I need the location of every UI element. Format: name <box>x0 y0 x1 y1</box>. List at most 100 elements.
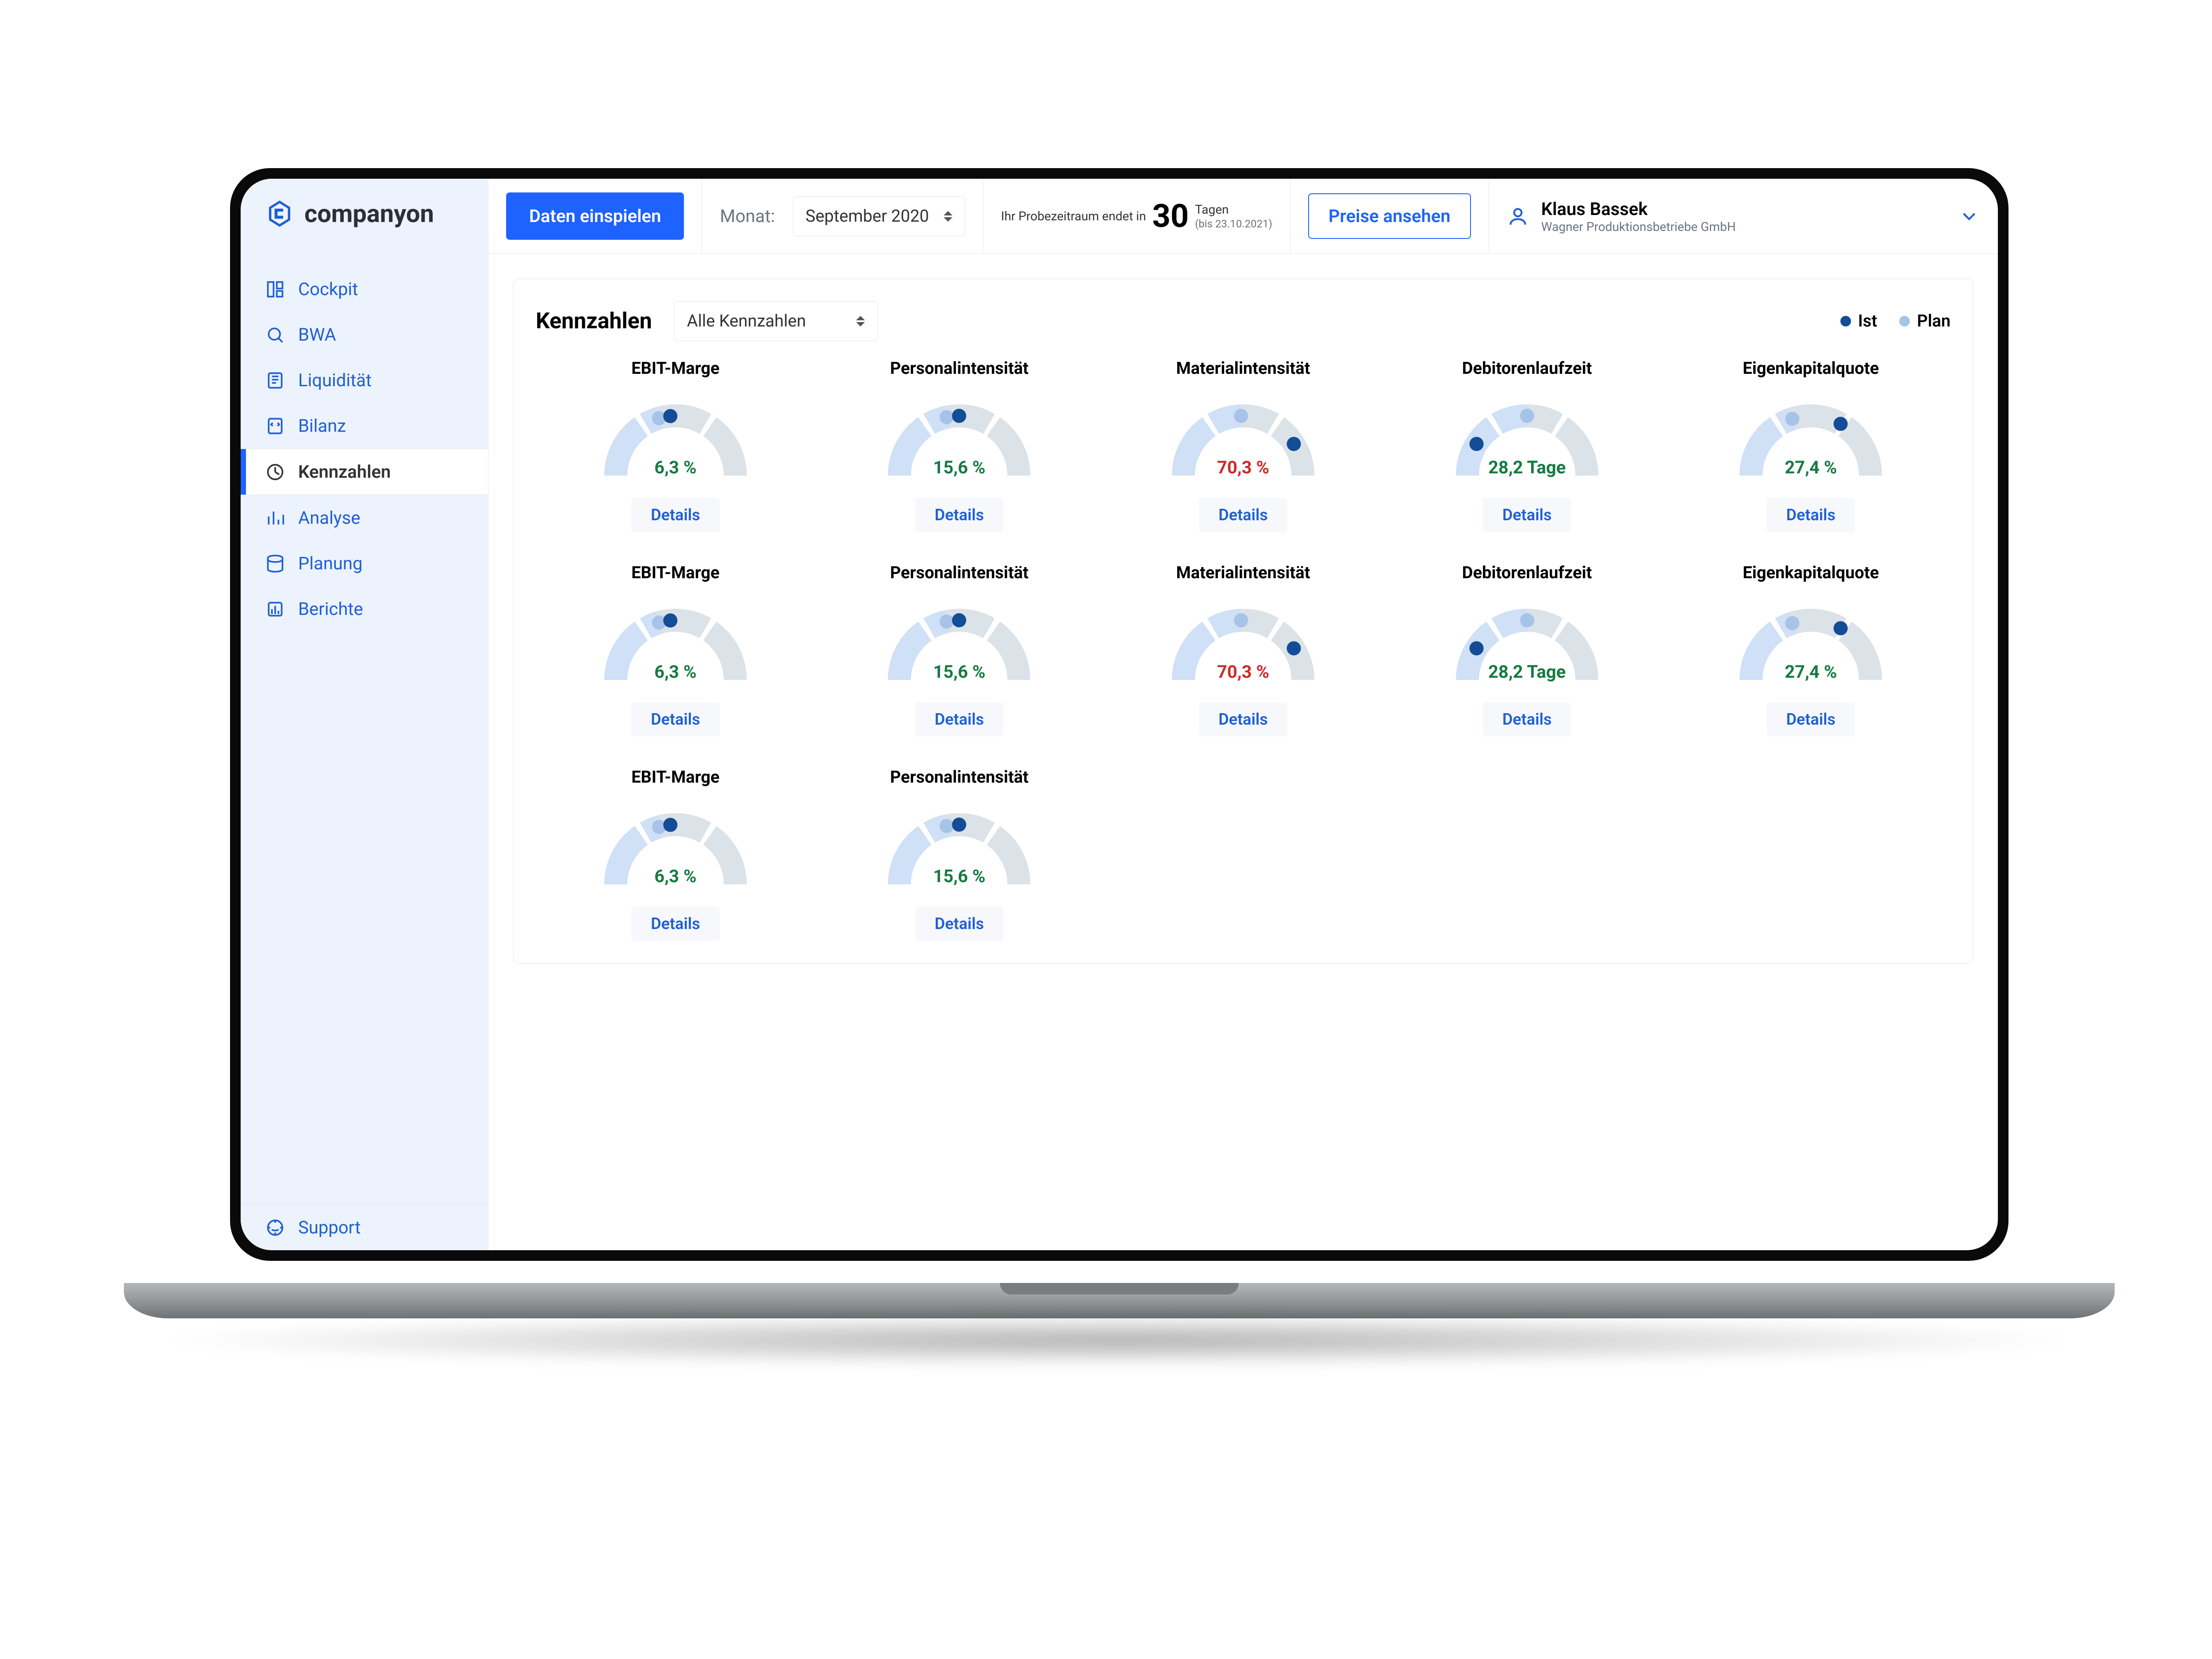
sidebar-item-label: Analyse <box>298 507 360 528</box>
sidebar-item-berichte[interactable]: Berichte <box>241 586 488 632</box>
ist-marker-icon <box>1286 641 1301 655</box>
sidebar-item-label: Bilanz <box>298 415 346 436</box>
kpi-title: EBIT-Marge <box>631 563 719 583</box>
kpi-details-button[interactable]: Details <box>1483 702 1571 737</box>
kpi-gauge: 15,6 % <box>862 796 1056 898</box>
plan-marker-icon <box>1785 412 1799 426</box>
kpi-gauge: 27,4 % <box>1713 387 1908 489</box>
kpi-gauge: 27,4 % <box>1713 591 1908 693</box>
kpi-filter-value: Alle Kennzahlen <box>687 311 806 331</box>
kpi-title: Personalintensität <box>890 563 1029 583</box>
trial-until: (bis 23.10.2021) <box>1195 217 1272 230</box>
kpi-details-button[interactable]: Details <box>915 702 1003 737</box>
sidebar-item-label: Cockpit <box>298 279 358 300</box>
panel-title: Kennzahlen <box>536 308 652 334</box>
kpi-card: EBIT-Marge 6,3 % Details <box>536 359 815 532</box>
kpi-details-button[interactable]: Details <box>915 906 1003 941</box>
ist-marker-icon <box>1834 417 1848 431</box>
kpi-details-button[interactable]: Details <box>1483 498 1571 532</box>
kpi-details-button[interactable]: Details <box>915 498 1003 532</box>
sidebar-item-kennzahlen[interactable]: Kennzahlen <box>241 449 488 495</box>
kpi-filter-select[interactable]: Alle Kennzahlen <box>674 301 878 341</box>
pricing-button[interactable]: Preise ansehen <box>1308 193 1471 239</box>
kpi-gauge: 28,2 Tage <box>1430 387 1624 489</box>
sidebar-item-planung[interactable]: Planung <box>241 541 488 586</box>
trial-days: 30 <box>1152 197 1189 235</box>
kpi-value: 70,3 % <box>1146 661 1340 682</box>
user-menu[interactable]: Klaus Bassek Wagner Produktionsbetriebe … <box>1489 179 1998 253</box>
ist-marker-icon <box>1469 641 1483 655</box>
trial-days-label: Tagen <box>1195 202 1272 217</box>
plan-marker-icon <box>940 410 954 424</box>
kpi-details-button[interactable]: Details <box>631 702 719 737</box>
import-button[interactable]: Daten einspielen <box>506 192 684 240</box>
kpi-gauge: 6,3 % <box>578 387 773 489</box>
kpi-value: 70,3 % <box>1146 457 1340 478</box>
trial-info: Ihr Probezeitraum endet in 30 Tagen (bis… <box>983 179 1290 253</box>
chevron-updown-icon <box>856 316 865 326</box>
ist-marker-icon <box>952 613 966 627</box>
sidebar-item-analyse[interactable]: Analyse <box>241 495 488 541</box>
kpi-card: Eigenkapitalquote 27,4 % Details <box>1671 359 1951 532</box>
kpi-value: 15,6 % <box>862 457 1056 478</box>
kpi-card: EBIT-Marge6,3 %Details <box>536 768 815 941</box>
kpi-card: Personalintensität 15,6 % Details <box>820 563 1099 737</box>
ist-marker-icon <box>663 818 677 832</box>
ist-marker-icon <box>1469 437 1483 451</box>
sidebar-item-label: Kennzahlen <box>298 461 391 482</box>
legend-plan-label: Plan <box>1917 311 1951 331</box>
kpi-value: 15,6 % <box>862 661 1056 682</box>
app-name: companyon <box>304 199 434 228</box>
kpi-details-button[interactable]: Details <box>631 498 719 532</box>
ist-marker-icon <box>663 614 677 628</box>
ist-marker-icon <box>952 818 966 832</box>
user-org: Wagner Produktionsbetriebe GmbH <box>1541 219 1736 234</box>
month-label: Monat: <box>720 206 775 227</box>
plan-marker-icon <box>940 614 954 629</box>
kpi-gauge: 28,2 Tage <box>1430 591 1624 693</box>
kpi-gauge: 70,3 % <box>1146 387 1340 489</box>
kpi-title: Personalintensität <box>890 359 1029 378</box>
ist-marker-icon <box>1286 437 1301 451</box>
sidebar-item-liquiditaet[interactable]: Liquidität <box>241 357 488 403</box>
planung-icon <box>265 554 285 573</box>
user-icon <box>1507 205 1529 227</box>
sidebar-item-bilanz[interactable]: Bilanz <box>241 403 488 449</box>
kpi-card: Eigenkapitalquote 27,4 % Details <box>1671 563 1951 737</box>
kpi-panel: Kennzahlen Alle Kennzahlen Ist Plan <box>513 279 1973 964</box>
sidebar-item-label: Berichte <box>298 599 363 619</box>
topbar: Daten einspielen Monat: September 2020 I <box>488 179 1998 254</box>
kpi-title: Eigenkapitalquote <box>1743 563 1879 583</box>
kpi-title: Eigenkapitalquote <box>1743 359 1879 378</box>
kpi-value: 28,2 Tage <box>1430 661 1624 682</box>
trial-line1: Ihr Probezeitraum endet in <box>1001 208 1146 224</box>
kpi-details-button[interactable]: Details <box>1199 498 1287 532</box>
kpi-card: Materialintensität 70,3 % Details <box>1103 563 1383 737</box>
kpi-title: EBIT-Marge <box>631 359 719 378</box>
kpi-gauge: 15,6 % <box>862 591 1056 693</box>
kpi-title: Materialintensität <box>1176 563 1310 583</box>
kpi-details-button[interactable]: Details <box>1199 702 1287 737</box>
kpi-value: 28,2 Tage <box>1430 457 1624 478</box>
cockpit-icon <box>265 280 285 299</box>
sidebar-item-bwa[interactable]: BWA <box>241 312 488 357</box>
berichte-icon <box>265 599 285 619</box>
month-select[interactable]: September 2020 <box>793 196 965 236</box>
sidebar-item-cockpit[interactable]: Cockpit <box>241 266 488 312</box>
user-name: Klaus Bassek <box>1541 199 1736 219</box>
kpi-title: Debitorenlaufzeit <box>1462 563 1592 583</box>
legend-ist-label: Ist <box>1858 311 1877 331</box>
sidebar-item-label: Planung <box>298 553 362 574</box>
kpi-details-button[interactable]: Details <box>1767 702 1855 737</box>
month-value: September 2020 <box>806 207 929 226</box>
kpi-gauge: 70,3 % <box>1146 591 1340 693</box>
sidebar-item-support[interactable]: Support <box>241 1205 488 1250</box>
kpi-details-button[interactable]: Details <box>1767 498 1855 532</box>
kpi-details-button[interactable]: Details <box>631 906 719 941</box>
legend: Ist Plan <box>1840 311 1951 331</box>
kpi-gauge: 15,6 % <box>862 387 1056 489</box>
kpi-card: Personalintensität 15,6 % Details <box>820 359 1099 532</box>
plan-dot-icon <box>1899 316 1910 326</box>
plan-marker-icon <box>1785 616 1799 630</box>
sidebar-item-label: Liquidität <box>298 370 372 391</box>
